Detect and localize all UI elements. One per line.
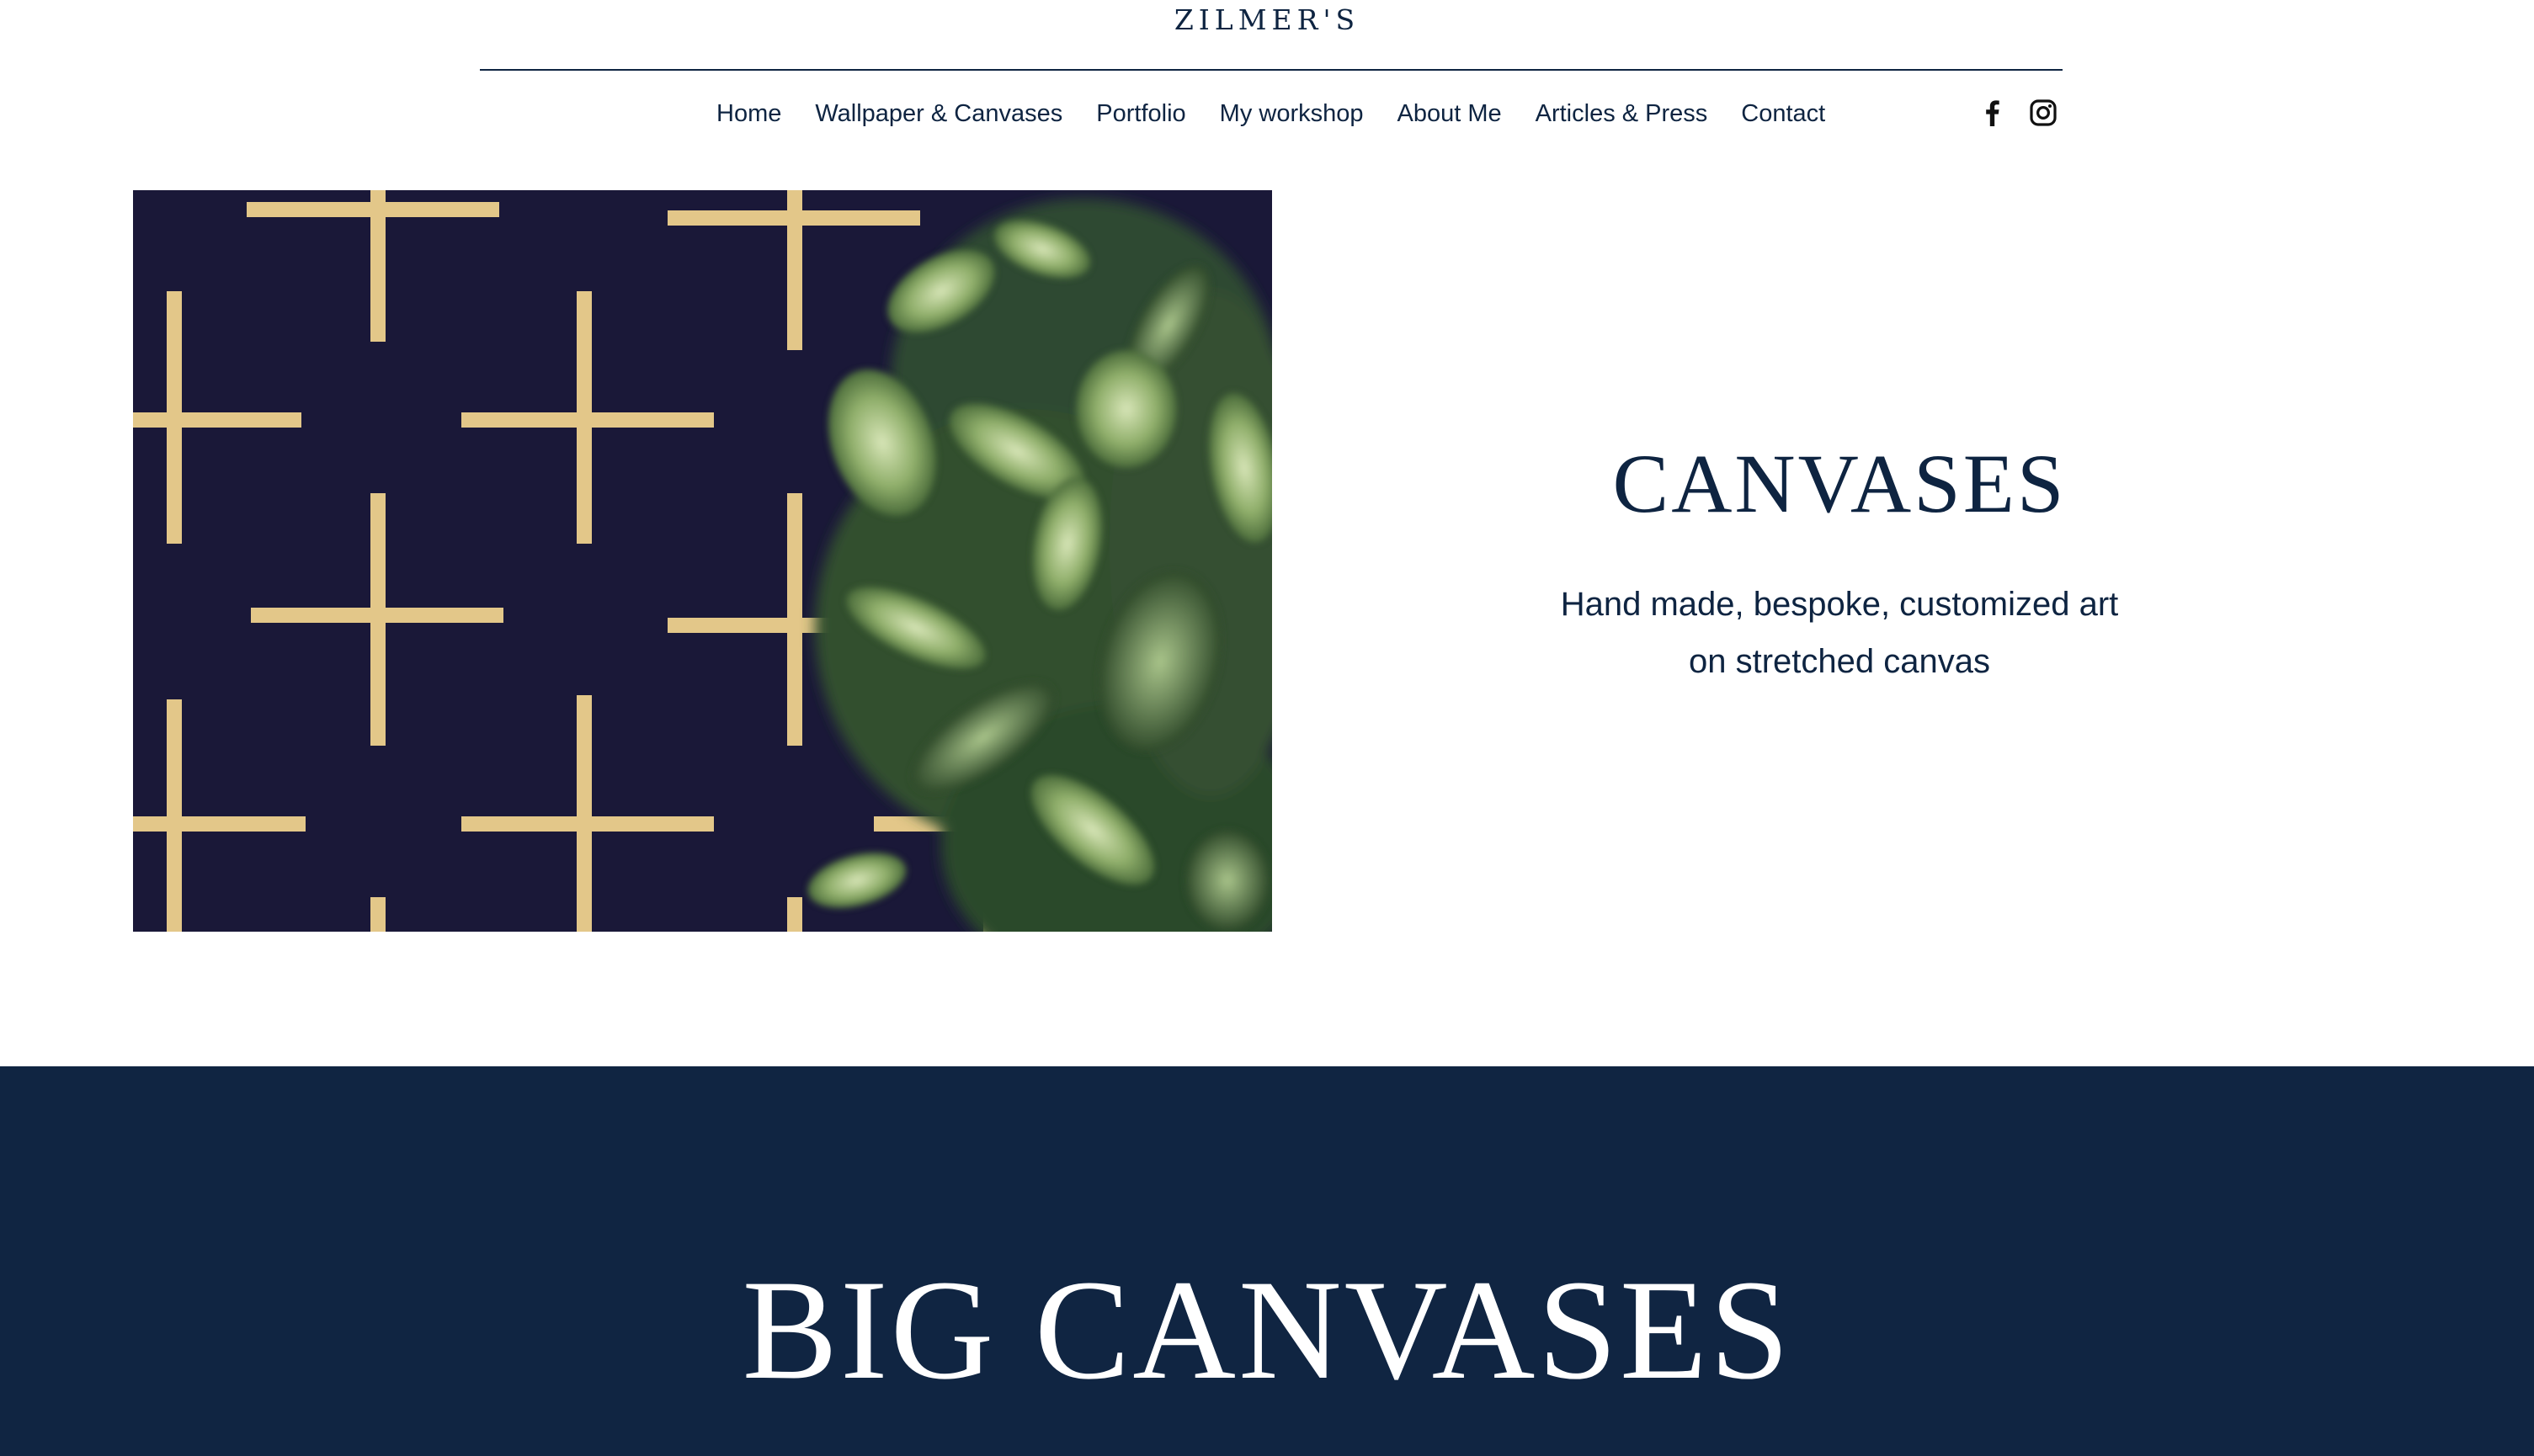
facebook-icon[interactable] — [1978, 98, 2007, 127]
nav-item-portfolio[interactable]: Portfolio — [1096, 94, 1185, 133]
hero-image-graphic — [133, 190, 1272, 932]
social-bar — [1978, 98, 2058, 127]
nav-item-contact[interactable]: Contact — [1741, 94, 1825, 133]
header-divider — [480, 69, 2063, 71]
hero-title: CANVASES — [1612, 437, 2067, 530]
hero-subtitle-line-1: Hand made, bespoke, customized art — [1560, 586, 2119, 623]
main-nav: Home Wallpaper & Canvases Portfolio My w… — [716, 94, 1825, 133]
nav-item-about-me[interactable]: About Me — [1397, 94, 1501, 133]
nav-item-my-workshop[interactable]: My workshop — [1220, 94, 1364, 133]
big-canvases-title: BIG CANVASES — [742, 1251, 1792, 1409]
site-logo[interactable]: ZILMER'S — [0, 3, 2534, 37]
instagram-icon[interactable] — [2029, 98, 2058, 127]
hero-subtitle: Hand made, bespoke, customized art on st… — [1397, 576, 2281, 690]
nav-item-articles-press[interactable]: Articles & Press — [1536, 94, 1708, 133]
nav-item-wallpaper-canvases[interactable]: Wallpaper & Canvases — [815, 94, 1062, 133]
page: ZILMER'S Home Wallpaper & Canvases Portf… — [0, 0, 2534, 1456]
hero-text: CANVASES Hand made, bespoke, customized … — [1397, 429, 2281, 690]
hero-image — [133, 190, 1272, 932]
hero-subtitle-line-2: on stretched canvas — [1689, 643, 1990, 680]
nav-item-home[interactable]: Home — [716, 94, 781, 133]
